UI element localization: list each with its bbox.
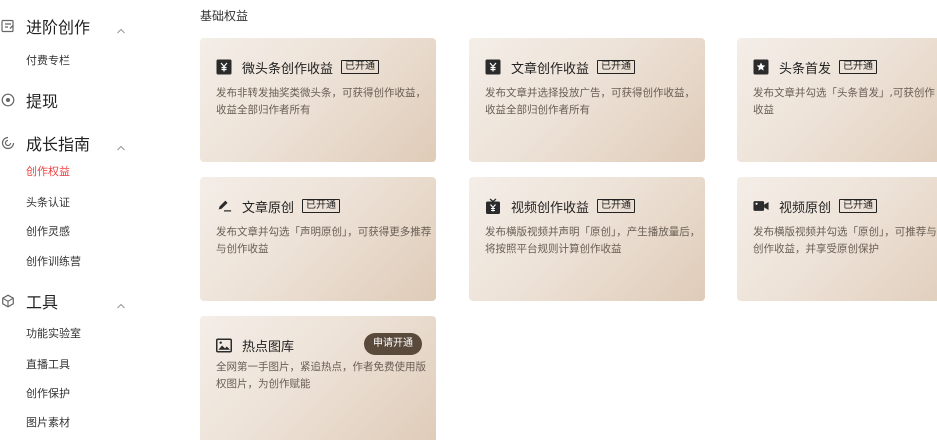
sidebar-item-paid-column[interactable]: 付费专栏 bbox=[26, 52, 70, 68]
status-badge: 已开通 bbox=[839, 60, 878, 74]
sidebar-item-creation-protection[interactable]: 创作保护 bbox=[26, 385, 70, 401]
sidebar-item-creator-rights[interactable]: 创作权益 bbox=[26, 163, 70, 179]
status-badge: 已开通 bbox=[341, 60, 380, 74]
sidebar-item-creator-bootcamp[interactable]: 创作训练营 bbox=[26, 253, 81, 269]
rights-card-hot-image-library[interactable]: 热点图库 申请开通 全网第一手图片，紧追热点，作者免费使用版权图片，为创作赋能 bbox=[200, 316, 436, 440]
status-badge: 已开通 bbox=[302, 199, 341, 213]
growth-icon bbox=[0, 135, 16, 151]
tv-yuan-icon bbox=[485, 198, 501, 214]
status-badge: 已开通 bbox=[839, 199, 878, 213]
sidebar-group-growth-guide[interactable]: 成长指南 bbox=[0, 130, 160, 156]
sidebar-item-creation-inspiration[interactable]: 创作灵感 bbox=[26, 223, 70, 239]
chevron-up-icon bbox=[116, 138, 126, 151]
status-badge: 已开通 bbox=[597, 60, 636, 74]
sidebar-group-label: 成长指南 bbox=[26, 135, 91, 154]
yuan-icon bbox=[485, 59, 501, 75]
card-title: 热点图库 bbox=[242, 339, 295, 355]
sidebar-item-feature-lab[interactable]: 功能实验室 bbox=[26, 325, 81, 341]
rights-card-article-original[interactable]: 文章原创 已开通 发布文章并勾选「声明原创」，可获得更多推荐与创作收益 bbox=[200, 177, 436, 301]
rights-card-video-revenue[interactable]: 视频创作收益 已开通 发布横版视频并声明「原创」，产生播放量后，将按照平台规则计… bbox=[469, 177, 705, 301]
video-camera-icon bbox=[753, 198, 769, 214]
rights-card-toutiao-first-publish[interactable]: 头条首发 已开通 发布文章并勾选「头条首发」,可获创作收益 bbox=[737, 38, 937, 162]
section-title: 基础权益 bbox=[200, 9, 249, 23]
sidebar-item-live-tools[interactable]: 直播工具 bbox=[26, 356, 70, 372]
card-title: 微头条创作收益 bbox=[242, 61, 334, 77]
star-icon bbox=[753, 59, 769, 75]
chevron-up-icon bbox=[116, 21, 126, 34]
card-description: 发布文章并选择投放广告，可获得创作收益，收益全部归创作者所有 bbox=[485, 87, 695, 116]
card-title: 视频原创 bbox=[779, 200, 832, 216]
status-badge: 已开通 bbox=[597, 199, 636, 213]
card-description: 发布横版视频并声明「原创」，产生播放量后，将按照平台规则计算创作收益 bbox=[485, 226, 701, 255]
cube-icon bbox=[0, 293, 16, 309]
sidebar-group-advanced-creation[interactable]: 进阶创作 bbox=[0, 13, 160, 39]
sidebar-item-toutiao-verification[interactable]: 头条认证 bbox=[26, 194, 70, 210]
sidebar-group-label: 进阶创作 bbox=[26, 18, 91, 37]
sidebar-item-image-assets[interactable]: 图片素材 bbox=[26, 414, 70, 430]
rights-card-video-original[interactable]: 视频原创 已开通 发布横版视频并勾选「原创」，可推荐与创作收益，并享受原创保护 bbox=[737, 177, 937, 301]
card-description: 发布横版视频并勾选「原创」，可推荐与创作收益，并享受原创保护 bbox=[753, 226, 937, 255]
rights-card-micro-post-revenue[interactable]: 微头条创作收益 已开通 发布非转发抽奖类微头条，可获得创作收益，收益全部归作者所… bbox=[200, 38, 436, 162]
sidebar-group-label: 提现 bbox=[26, 92, 59, 111]
card-title: 文章原创 bbox=[242, 200, 295, 216]
card-description: 发布文章并勾选「声明原创」，可获得更多推荐与创作收益 bbox=[216, 226, 432, 255]
chevron-up-icon bbox=[116, 296, 126, 309]
card-description: 全网第一手图片，紧追热点，作者免费使用版权图片，为创作赋能 bbox=[216, 361, 426, 390]
pen-icon bbox=[216, 198, 232, 214]
sidebar: 进阶创作 付费专栏 提现 成长指南 创作权益 头条认证 创作灵感 创作训练营 工… bbox=[0, 0, 160, 440]
apply-button[interactable]: 申请开通 bbox=[364, 333, 422, 355]
edit-icon bbox=[0, 18, 16, 34]
yuan-icon bbox=[216, 59, 232, 75]
sidebar-group-tools[interactable]: 工具 bbox=[0, 288, 160, 314]
sidebar-group-withdraw[interactable]: 提现 bbox=[0, 87, 160, 113]
coin-icon bbox=[0, 92, 16, 108]
sidebar-group-label: 工具 bbox=[26, 293, 59, 312]
image-icon bbox=[216, 337, 232, 353]
card-title: 头条首发 bbox=[779, 61, 832, 77]
card-description: 发布非转发抽奖类微头条，可获得创作收益，收益全部归作者所有 bbox=[216, 87, 426, 116]
card-description: 发布文章并勾选「头条首发」,可获创作收益 bbox=[753, 87, 935, 116]
card-title: 视频创作收益 bbox=[511, 200, 590, 216]
card-title: 文章创作收益 bbox=[511, 61, 590, 77]
rights-card-article-revenue[interactable]: 文章创作收益 已开通 发布文章并选择投放广告，可获得创作收益，收益全部归创作者所… bbox=[469, 38, 705, 162]
